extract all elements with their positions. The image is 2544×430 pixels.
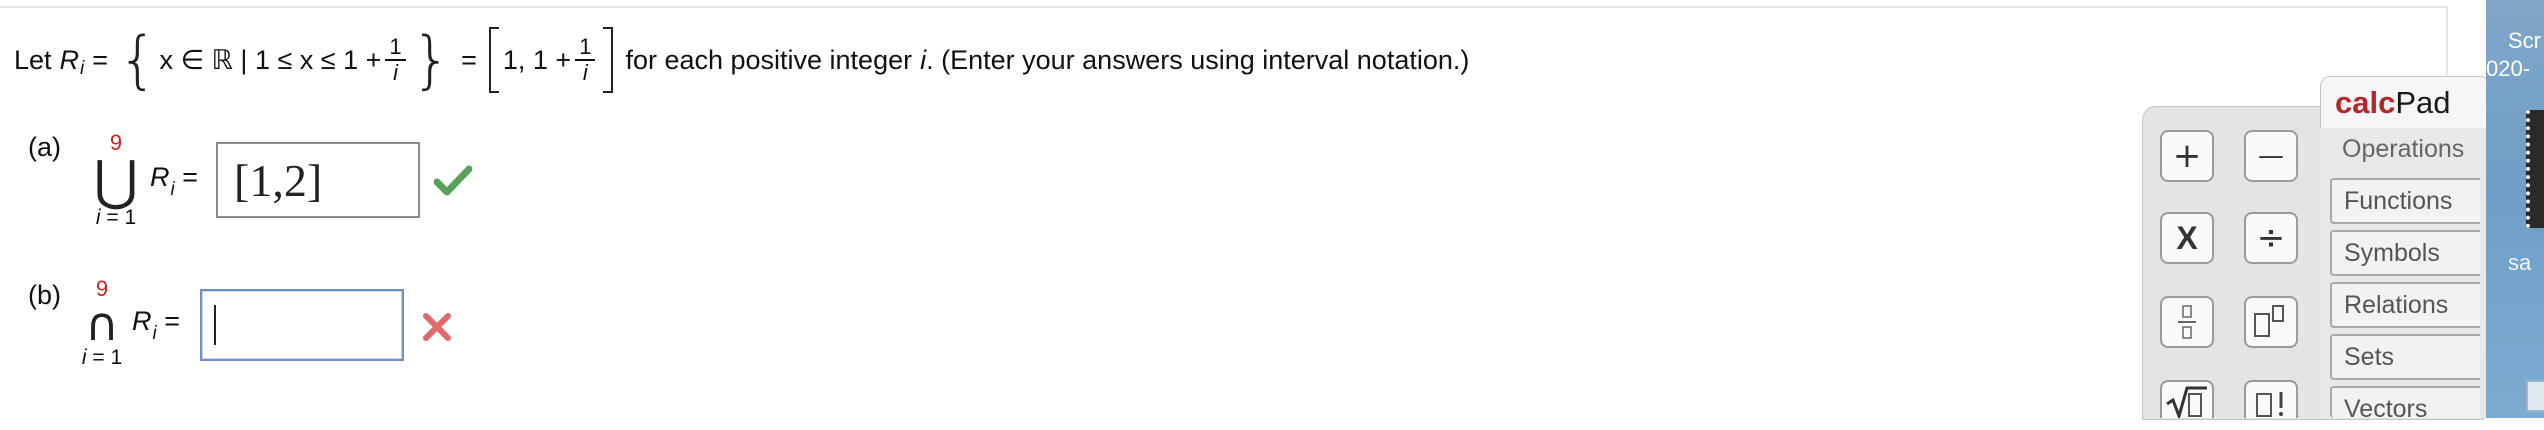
desktop-file-thumbnail-2[interactable]	[2526, 380, 2544, 412]
answer-a-value: [1,2]	[234, 154, 323, 206]
intersection-index-var: i	[81, 346, 87, 369]
part-a-relation: Ri =	[150, 162, 199, 200]
calcpad-brand-bold: calc	[2335, 85, 2396, 120]
set-subscript: i	[80, 58, 85, 79]
brace-open: {	[118, 23, 158, 96]
problem-statement: Let Ri = { x ∈ ℝ | 1 ≤ x ≤ 1 + 1 i } = 1…	[14, 23, 1470, 96]
fraction-denominator: i	[393, 60, 398, 85]
part-b-label: (b)	[28, 280, 61, 310]
fraction-one-over-i: 1 i	[385, 35, 406, 85]
statement-instructions: . (Enter your answers using interval not…	[926, 44, 1470, 75]
brace-close: }	[411, 23, 452, 96]
part-b-r: R	[132, 306, 152, 336]
answer-input-a[interactable]: [1,2]	[216, 142, 420, 218]
fraction2-denominator: i	[582, 60, 588, 85]
union-lower-limit: i = 1	[80, 206, 152, 230]
calcpad-title-tab[interactable]: calcPad	[2320, 76, 2490, 128]
intersection-symbol: ∩	[85, 297, 119, 351]
interval-bracket-open	[488, 27, 499, 93]
union-symbol: ⋃	[93, 149, 139, 212]
union-index-start: = 1	[106, 206, 137, 229]
intersection-index-start: = 1	[92, 346, 123, 369]
set-variable: R	[59, 44, 80, 75]
multiply-key[interactable]: X	[2160, 212, 2214, 264]
plus-key[interactable]: +	[2160, 130, 2214, 182]
union-operator: 9 ⋃ i = 1	[80, 130, 152, 230]
interval-text: 1, 1 +	[502, 44, 572, 75]
square-root-icon	[2166, 386, 2207, 418]
tab-functions[interactable]: Functions	[2330, 178, 2480, 224]
union-index-var: i	[95, 206, 101, 229]
exponent-key[interactable]	[2244, 296, 2298, 348]
intersection-operator: 9 ∩ i = 1	[66, 276, 138, 370]
tab-symbols[interactable]: Symbols	[2330, 230, 2480, 276]
minus-key[interactable]: —	[2244, 130, 2298, 182]
fraction-template-icon	[2178, 305, 2196, 339]
part-b-equals: =	[164, 306, 181, 336]
exponent-template-icon	[2254, 305, 2284, 337]
tab-operations[interactable]: Operations	[2330, 128, 2480, 174]
fraction2-numerator: 1	[575, 35, 596, 61]
part-a-label: (a)	[28, 132, 61, 162]
equals-sign-2: =	[461, 44, 477, 75]
correct-checkmark-icon	[434, 165, 472, 196]
statement-tail: for each positive integer	[625, 44, 913, 75]
calcpad-brand-regular: Pad	[2395, 85, 2451, 120]
desktop-file-label-2: 020-	[2486, 56, 2531, 81]
factorial-icon	[2256, 392, 2283, 417]
text-cursor	[214, 305, 216, 345]
page-top-divider	[0, 6, 2448, 8]
desktop-file-label-1: Scr	[2508, 28, 2541, 53]
part-a-r-sub: i	[170, 179, 175, 200]
factorial-key[interactable]	[2244, 380, 2298, 418]
set-builder-condition: x ∈ ℝ | 1 ≤ x ≤ 1 +	[159, 44, 382, 75]
part-a-equals: =	[182, 162, 199, 192]
equals-sign: =	[92, 44, 109, 75]
desktop-file-label-3: sa	[2508, 250, 2532, 275]
desktop-file-thumbnail[interactable]	[2526, 110, 2544, 228]
fraction-one-over-i-2: 1 i	[575, 35, 596, 85]
square-root-key[interactable]	[2160, 380, 2214, 418]
intersection-lower-limit: i = 1	[66, 346, 138, 370]
tab-vectors[interactable]: Vectors	[2330, 386, 2480, 423]
interval-bracket-close	[603, 27, 614, 93]
part-a-r: R	[150, 162, 170, 192]
tab-relations[interactable]: Relations	[2330, 282, 2480, 328]
fraction-key[interactable]	[2160, 296, 2214, 348]
divide-key[interactable]: ÷	[2244, 212, 2298, 264]
statement-let: Let	[14, 44, 52, 75]
part-b-relation: Ri =	[132, 306, 181, 344]
fraction-numerator: 1	[385, 35, 406, 61]
tab-sets[interactable]: Sets	[2330, 334, 2480, 380]
answer-input-b[interactable]	[200, 289, 404, 361]
incorrect-x-icon	[423, 313, 451, 341]
part-b-r-sub: i	[152, 323, 157, 344]
